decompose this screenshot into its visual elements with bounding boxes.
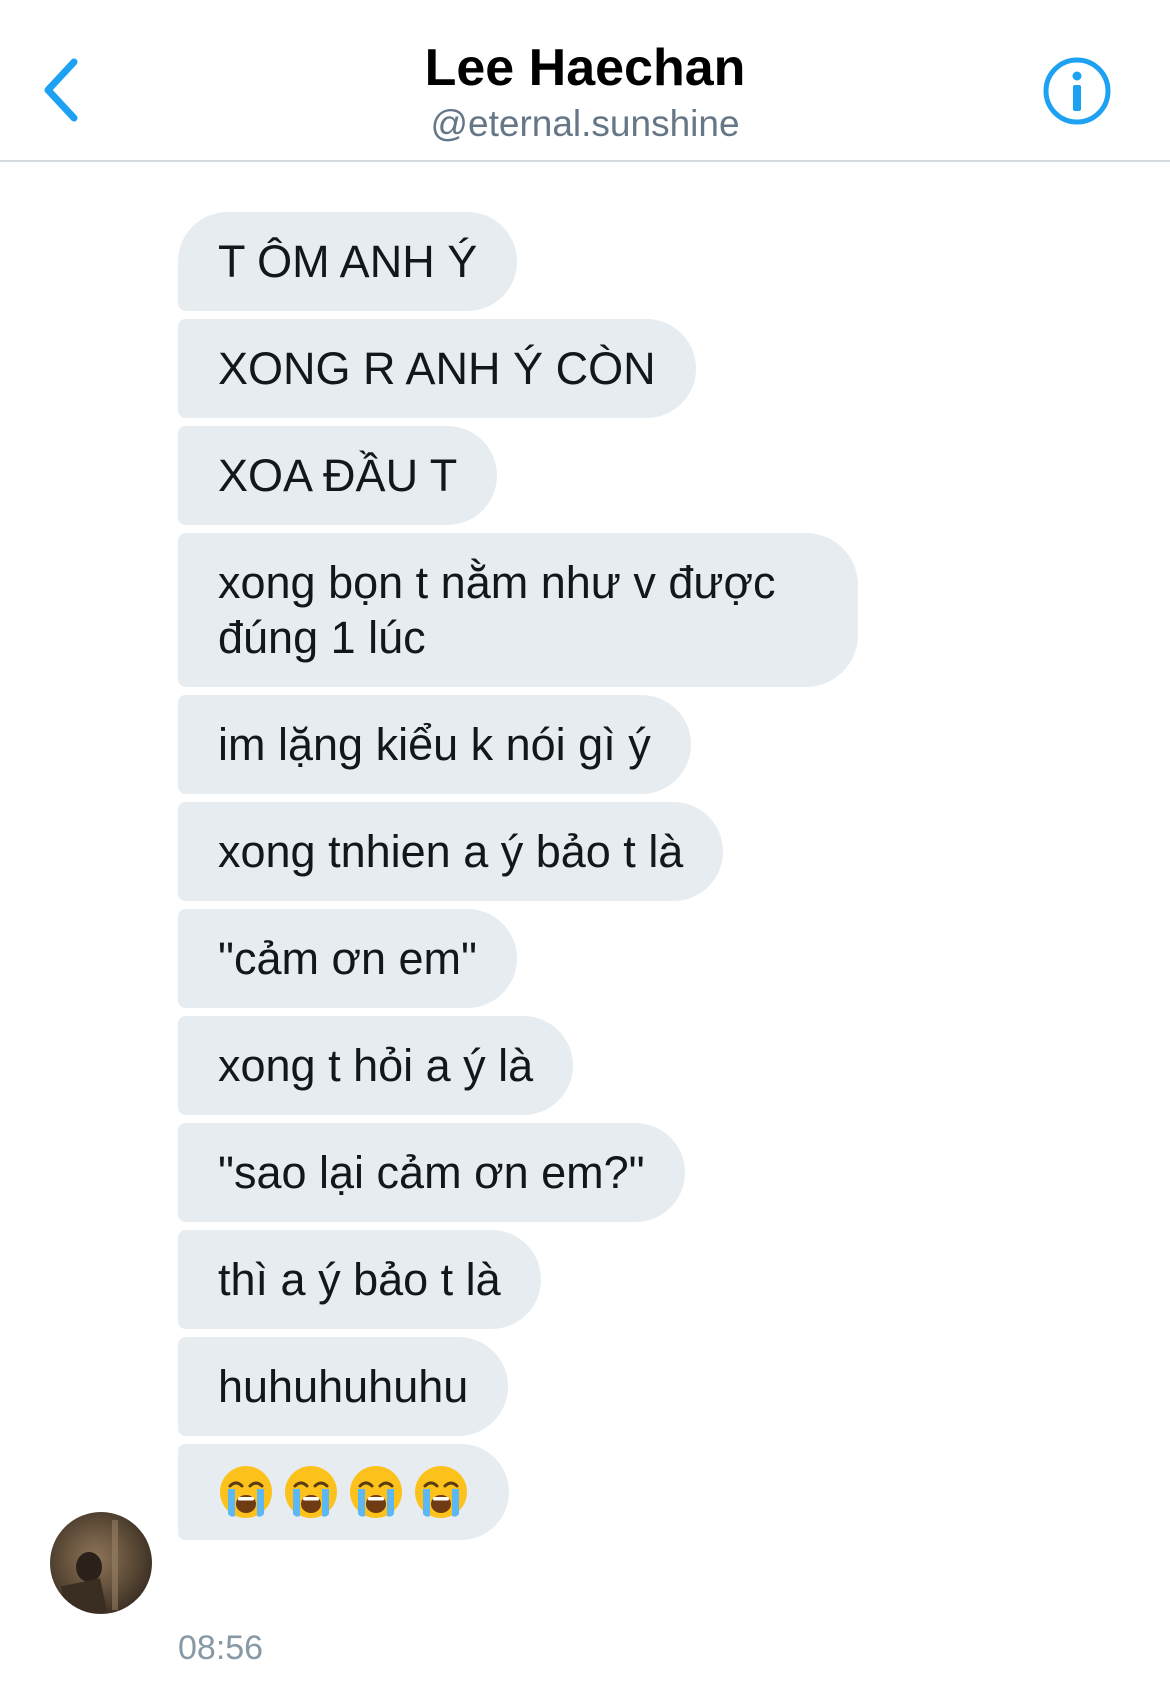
message-bubble[interactable]: im lặng kiểu k nói gì ý xyxy=(178,695,691,794)
message-bubble[interactable]: xong tnhien a ý bảo t là xyxy=(178,802,724,901)
conversation-handle[interactable]: @eternal.sunshine xyxy=(0,102,1170,146)
conversation-header: Lee Haechan @eternal.sunshine xyxy=(0,0,1170,162)
message-bubble[interactable]: xong bọn t nằm như v được đúng 1 lúc xyxy=(178,533,858,687)
message-bubble[interactable]: XOA ĐẦU T xyxy=(178,426,498,525)
info-circle-icon xyxy=(1043,57,1111,125)
message-bubble[interactable]: huhuhuhuhu xyxy=(178,1337,509,1436)
conversation-title[interactable]: Lee Haechan xyxy=(0,38,1170,98)
loudly-crying-face-icon xyxy=(283,1464,339,1520)
message-bubble[interactable]: XONG R ANH Ý CÒN xyxy=(178,319,696,418)
message-bubble[interactable]: xong t hỏi a ý là xyxy=(178,1016,574,1115)
info-button[interactable] xyxy=(1042,56,1112,126)
avatar[interactable] xyxy=(50,1512,152,1614)
message-thread: T ÔM ANH Ý XONG R ANH Ý CÒN XOA ĐẦU T xo… xyxy=(178,212,1078,1548)
message-bubble[interactable]: thì a ý bảo t là xyxy=(178,1230,541,1329)
loudly-crying-face-icon xyxy=(348,1464,404,1520)
loudly-crying-face-icon xyxy=(218,1464,274,1520)
message-timestamp: 08:56 xyxy=(178,1629,264,1667)
emoji-message-bubble[interactable] xyxy=(178,1444,509,1540)
message-bubble[interactable]: "cảm ơn em" xyxy=(178,909,518,1008)
loudly-crying-face-icon xyxy=(413,1464,469,1520)
message-bubble[interactable]: "sao lại cảm ơn em?" xyxy=(178,1123,685,1222)
message-bubble[interactable]: T ÔM ANH Ý xyxy=(178,212,518,311)
